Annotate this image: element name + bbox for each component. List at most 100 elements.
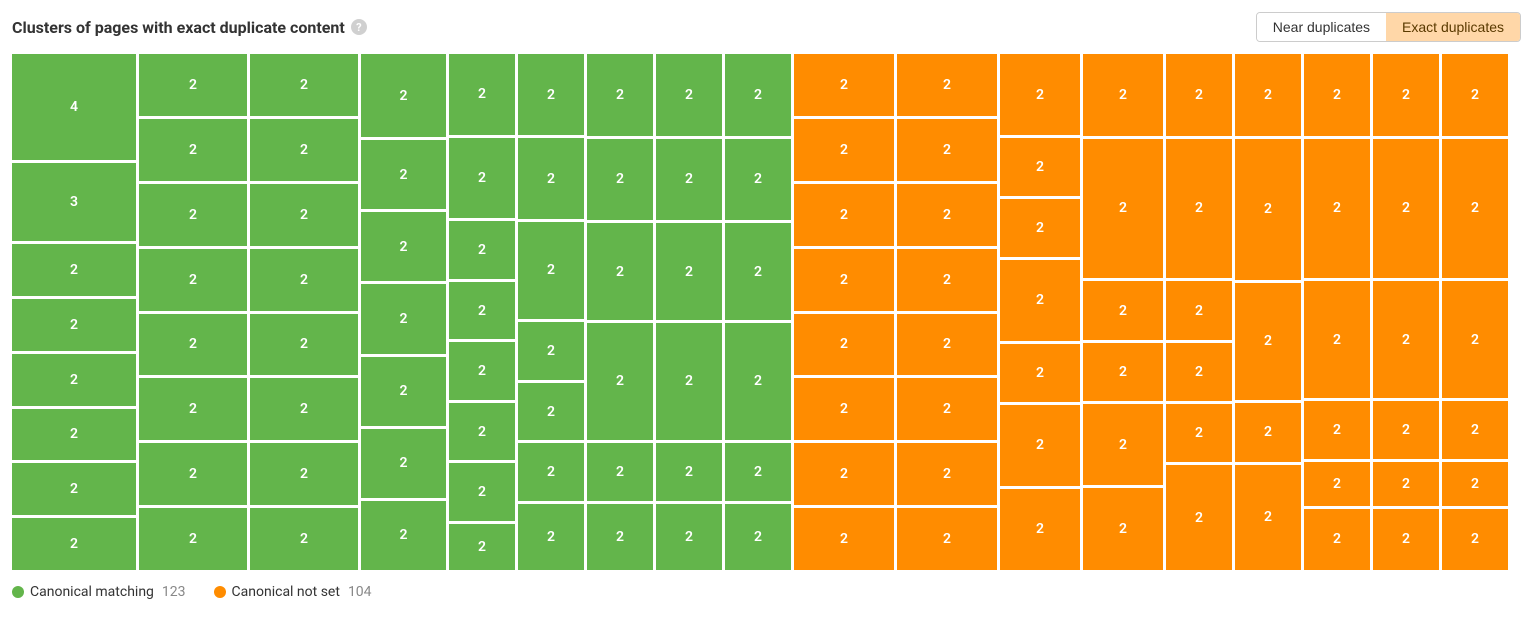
treemap-cell[interactable]: 2 [1166, 465, 1232, 570]
treemap-cell[interactable]: 3 [12, 163, 136, 242]
treemap-cell[interactable]: 2 [449, 221, 515, 279]
treemap-cell[interactable]: 2 [897, 249, 997, 311]
treemap-cell[interactable]: 2 [1373, 54, 1439, 136]
treemap-cell[interactable]: 2 [361, 212, 446, 281]
treemap-cell[interactable]: 2 [1000, 344, 1080, 402]
treemap-cell[interactable]: 2 [1235, 283, 1301, 400]
treemap-cell[interactable]: 2 [897, 119, 997, 181]
treemap-cell[interactable]: 2 [1000, 260, 1080, 341]
treemap-cell[interactable]: 2 [139, 508, 247, 570]
treemap-cell[interactable]: 2 [794, 443, 894, 505]
treemap-cell[interactable]: 2 [1442, 401, 1508, 459]
treemap-cell[interactable]: 2 [1235, 139, 1301, 280]
treemap-cell[interactable]: 2 [587, 323, 653, 440]
treemap-cell[interactable]: 2 [725, 323, 791, 440]
treemap-cell[interactable]: 2 [1000, 405, 1080, 486]
treemap-cell[interactable]: 2 [12, 244, 136, 296]
treemap-cell[interactable]: 2 [656, 223, 722, 320]
treemap-cell[interactable]: 2 [1373, 281, 1439, 398]
treemap-cell[interactable]: 2 [518, 504, 584, 570]
treemap-cell[interactable]: 2 [1442, 281, 1508, 398]
treemap-cell[interactable]: 2 [250, 314, 358, 376]
treemap-cell[interactable]: 2 [361, 501, 446, 570]
treemap-cell[interactable]: 2 [725, 504, 791, 570]
treemap-cell[interactable]: 2 [12, 354, 136, 406]
treemap-cell[interactable]: 2 [361, 429, 446, 498]
treemap-cell[interactable]: 2 [1166, 404, 1232, 462]
treemap-cell[interactable]: 2 [897, 443, 997, 505]
treemap-cell[interactable]: 2 [1442, 462, 1508, 506]
treemap-cell[interactable]: 2 [1235, 465, 1301, 570]
treemap-cell[interactable]: 2 [12, 299, 136, 351]
treemap-cell[interactable]: 2 [139, 249, 247, 311]
treemap-cell[interactable]: 2 [361, 140, 446, 209]
treemap-cell[interactable]: 2 [1373, 139, 1439, 279]
treemap-cell[interactable]: 2 [725, 223, 791, 320]
treemap-cell[interactable]: 2 [1166, 343, 1232, 401]
treemap-cell[interactable]: 2 [139, 378, 247, 440]
treemap-cell[interactable]: 2 [725, 443, 791, 501]
treemap-cell[interactable]: 2 [449, 342, 515, 400]
treemap-cell[interactable]: 2 [587, 443, 653, 501]
treemap-cell[interactable]: 2 [12, 463, 136, 515]
help-icon[interactable]: ? [351, 19, 367, 35]
treemap-cell[interactable]: 2 [725, 139, 791, 221]
treemap-cell[interactable]: 2 [361, 357, 446, 426]
treemap-cell[interactable]: 2 [449, 54, 515, 135]
treemap-cell[interactable]: 2 [1304, 54, 1370, 136]
treemap-cell[interactable]: 2 [794, 119, 894, 181]
treemap-cell[interactable]: 2 [1083, 488, 1163, 570]
treemap-cell[interactable]: 2 [139, 443, 247, 505]
treemap-cell[interactable]: 2 [587, 54, 653, 136]
treemap-cell[interactable]: 2 [897, 508, 997, 570]
treemap-cell[interactable]: 2 [794, 249, 894, 311]
exact-duplicates-button[interactable]: Exact duplicates [1386, 13, 1520, 41]
treemap-cell[interactable]: 2 [139, 314, 247, 376]
treemap-cell[interactable]: 2 [518, 222, 584, 319]
treemap-cell[interactable]: 2 [1235, 403, 1301, 462]
treemap-cell[interactable]: 2 [139, 119, 247, 181]
treemap-cell[interactable]: 2 [449, 138, 515, 219]
treemap-cell[interactable]: 2 [794, 314, 894, 376]
treemap-cell[interactable]: 2 [250, 54, 358, 116]
treemap-cell[interactable]: 2 [1373, 509, 1439, 570]
treemap-cell[interactable]: 2 [1442, 139, 1508, 279]
treemap-cell[interactable]: 2 [656, 504, 722, 570]
treemap-cell[interactable]: 2 [518, 54, 584, 135]
treemap-cell[interactable]: 2 [518, 383, 584, 441]
treemap-cell[interactable]: 2 [587, 139, 653, 221]
treemap-cell[interactable]: 2 [449, 463, 515, 521]
treemap-cell[interactable]: 2 [1304, 139, 1370, 279]
treemap-cell[interactable]: 2 [1000, 138, 1080, 196]
treemap-cell[interactable]: 2 [1304, 462, 1370, 506]
treemap-cell[interactable]: 2 [250, 119, 358, 181]
treemap-cell[interactable]: 2 [12, 518, 136, 570]
treemap-cell[interactable]: 2 [656, 323, 722, 440]
treemap-cell[interactable]: 2 [1373, 401, 1439, 459]
treemap-cell[interactable]: 2 [518, 138, 584, 219]
treemap-cell[interactable]: 2 [449, 282, 515, 340]
treemap-cell[interactable]: 2 [1235, 54, 1301, 136]
treemap-cell[interactable]: 2 [250, 184, 358, 246]
treemap-cell[interactable]: 2 [1442, 54, 1508, 136]
treemap-cell[interactable]: 2 [518, 443, 584, 501]
treemap-cell[interactable]: 2 [1083, 54, 1163, 136]
legend-item-matching[interactable]: Canonical matching 123 [12, 584, 186, 600]
treemap-cell[interactable]: 2 [1083, 139, 1163, 279]
near-duplicates-button[interactable]: Near duplicates [1257, 13, 1386, 41]
treemap-cell[interactable]: 2 [897, 314, 997, 376]
treemap-cell[interactable]: 2 [897, 378, 997, 440]
legend-item-notset[interactable]: Canonical not set 104 [214, 584, 372, 600]
treemap-cell[interactable]: 2 [656, 443, 722, 501]
treemap-cell[interactable]: 2 [12, 409, 136, 461]
treemap-cell[interactable]: 2 [794, 184, 894, 246]
treemap-cell[interactable]: 2 [1083, 343, 1163, 401]
treemap-cell[interactable]: 2 [1166, 54, 1232, 136]
treemap-cell[interactable]: 2 [1000, 199, 1080, 257]
treemap-cell[interactable]: 2 [250, 249, 358, 311]
treemap-cell[interactable]: 2 [139, 54, 247, 116]
treemap-cell[interactable]: 2 [794, 508, 894, 570]
treemap-cell[interactable]: 2 [1442, 509, 1508, 570]
treemap-cell[interactable]: 2 [1000, 54, 1080, 135]
treemap-cell[interactable]: 2 [449, 524, 515, 570]
